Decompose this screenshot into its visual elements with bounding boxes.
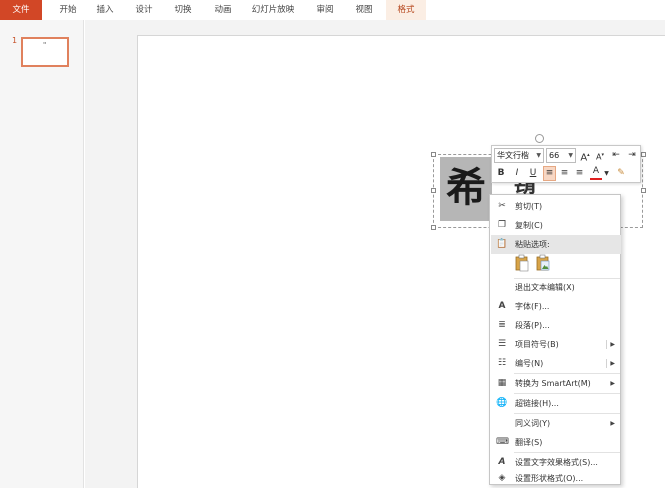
paste-keep-format-icon[interactable] (514, 254, 530, 272)
font-size-select[interactable]: 66 ▼ (546, 148, 576, 163)
menu-item-format-text-effects[interactable]: A 设置文字效果格式(S)... (491, 453, 621, 472)
resize-handle-right[interactable] (641, 188, 646, 193)
font-icon: A (498, 301, 506, 311)
scissors-icon: ✂ (498, 201, 506, 211)
bullets-icon: ☰ (497, 339, 507, 349)
paste-as-picture-icon[interactable] (535, 254, 551, 272)
chevron-down-icon[interactable]: ▼ (603, 166, 610, 181)
thumbnail-text-mark: " (43, 41, 47, 49)
tab-review[interactable]: 审阅 (311, 0, 339, 20)
menu-item-format-shape[interactable]: ◈ 设置形状格式(O)... (491, 472, 621, 485)
tab-animations[interactable]: 动画 (209, 0, 237, 20)
menu-item-translate[interactable]: ⌨ 翻译(S) (491, 433, 621, 452)
tab-file[interactable]: 文件 (0, 0, 42, 20)
menu-item-exit-text-edit[interactable]: 退出文本编辑(X) (491, 278, 621, 297)
paste-icon: 📋 (496, 239, 508, 249)
underline-button[interactable]: U (527, 166, 539, 181)
chevron-down-icon: ▼ (568, 152, 573, 159)
translate-icon: ⌨ (496, 437, 509, 447)
format-painter-icon[interactable]: ✎ (614, 166, 628, 181)
smartart-icon: ▦ (497, 378, 507, 388)
resize-handle-top-right[interactable] (641, 152, 646, 157)
slide-thumbnail[interactable]: " (21, 37, 69, 67)
paste-options-row (491, 254, 621, 276)
font-color-button[interactable]: A (590, 165, 602, 180)
menu-item-paragraph[interactable]: ≣ 段落(P)... (491, 316, 621, 335)
submenu-arrow-icon: ▶ (610, 420, 615, 427)
submenu-arrow-icon: ▶ (610, 360, 615, 367)
copy-icon: ❐ (497, 220, 507, 230)
decrease-indent-icon[interactable]: ⇤ (609, 148, 623, 163)
slide-text-char: 希 (446, 164, 486, 211)
tab-home[interactable]: 开始 (54, 0, 82, 20)
tab-design[interactable]: 设计 (130, 0, 158, 20)
text-effect-icon: A (498, 457, 506, 467)
shape-format-icon: ◈ (498, 473, 506, 483)
resize-handle-bottom-left[interactable] (431, 225, 436, 230)
increase-indent-icon[interactable]: ⇥ (625, 148, 639, 163)
menu-item-convert-smartart[interactable]: ▦ 转换为 SmartArt(M) ▶ (491, 374, 621, 393)
menu-item-bullets[interactable]: ☰ 项目符号(B) ▶ (491, 335, 621, 354)
align-left-button[interactable]: ≡ (543, 166, 556, 181)
align-center-button[interactable]: ≡ (558, 166, 571, 181)
numbering-icon: ☷ (497, 358, 507, 368)
hyperlink-icon: 🌐 (496, 398, 508, 408)
decrease-font-button[interactable]: A▾ (594, 148, 606, 163)
resize-handle-left[interactable] (431, 188, 436, 193)
align-right-button[interactable]: ≡ (573, 166, 586, 181)
tab-format[interactable]: 格式 (386, 0, 426, 20)
tab-view[interactable]: 视图 (350, 0, 378, 20)
increase-font-button[interactable]: A▴ (579, 148, 591, 163)
tab-insert[interactable]: 插入 (91, 0, 119, 20)
menu-item-cut[interactable]: ✂ 剪切(T) (491, 197, 621, 216)
tab-transitions[interactable]: 切换 (169, 0, 197, 20)
resize-handle-top-left[interactable] (431, 152, 436, 157)
menu-item-numbering[interactable]: ☷ 编号(N) ▶ (491, 354, 621, 373)
menu-item-copy[interactable]: ❐ 复制(C) (491, 216, 621, 235)
menu-item-hyperlink[interactable]: 🌐 超链接(H)... (491, 394, 621, 413)
submenu-arrow-icon: ▶ (610, 380, 615, 387)
submenu-arrow-icon: ▶ (610, 341, 615, 348)
mini-toolbar: 华文行楷 ▼ 66 ▼ A▴ A▾ ⇤ ⇥ B I U ≡ ≡ ≡ A ▼ ✎ (491, 145, 641, 183)
slide-number: 1 (12, 36, 18, 45)
menu-item-synonyms[interactable]: 同义词(Y) ▶ (491, 414, 621, 433)
slide-thumbnails-panel: 1 " (0, 20, 84, 488)
paragraph-icon: ≣ (498, 320, 506, 330)
ribbon-tab-bar: 文件 开始 插入 设计 切换 动画 幻灯片放映 审阅 视图 格式 (0, 0, 665, 20)
tab-slideshow[interactable]: 幻灯片放映 (247, 0, 299, 20)
italic-button[interactable]: I (511, 166, 523, 181)
context-menu: ✂ 剪切(T) ❐ 复制(C) 📋 粘贴选项: 退出文本编辑(X) A 字体(F… (489, 194, 621, 485)
font-name-value: 华文行楷 (497, 151, 529, 160)
font-size-value: 66 (549, 151, 560, 160)
bold-button[interactable]: B (495, 166, 507, 181)
menu-item-paste-options: 📋 粘贴选项: (491, 235, 621, 254)
menu-item-font[interactable]: A 字体(F)... (491, 297, 621, 316)
chevron-down-icon: ▼ (536, 152, 541, 159)
font-name-select[interactable]: 华文行楷 ▼ (494, 148, 544, 163)
rotate-handle[interactable] (535, 134, 544, 143)
